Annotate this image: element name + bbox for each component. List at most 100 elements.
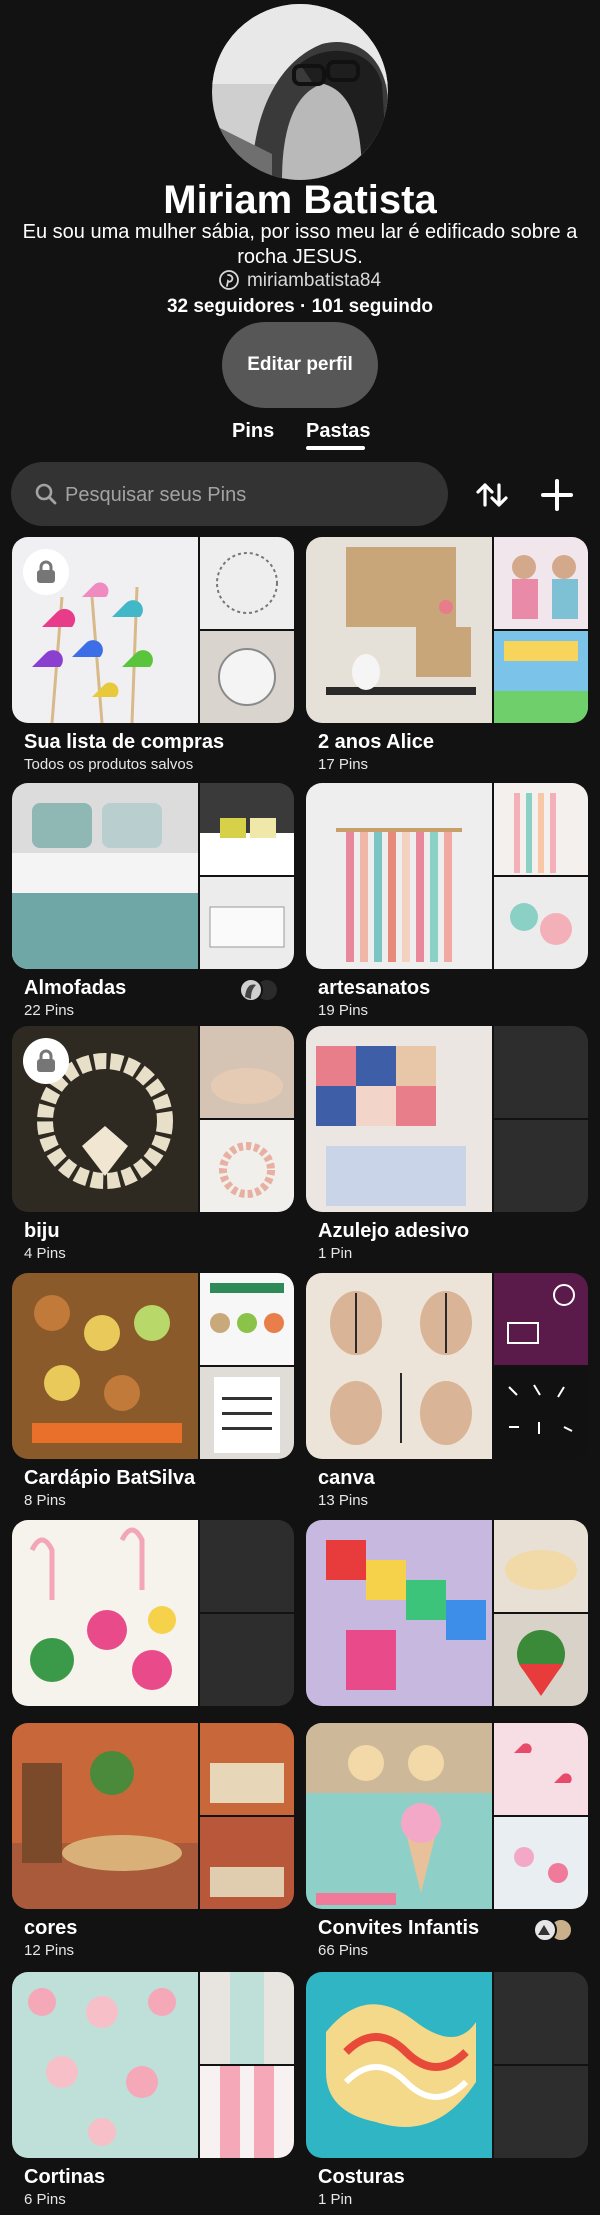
board-title: artesanatos: [318, 977, 431, 999]
board-cover-placeholder: [200, 1520, 294, 1612]
board-cover-image: [494, 631, 588, 723]
board-cover-image: [200, 1026, 294, 1118]
board-cover-image: [306, 1520, 492, 1706]
board-title: 2 anos Alice: [318, 731, 434, 753]
lock-icon: [37, 1049, 55, 1072]
board-cover-placeholder: [494, 1120, 588, 1212]
profile-tabs: Pins Pastas: [0, 418, 600, 458]
board-title: Cardápio BatSilva: [24, 1467, 196, 1489]
board-cover-image: [200, 783, 294, 875]
secret-board-badge: [23, 1038, 69, 1084]
board-cover-image: [200, 1367, 294, 1459]
board-cover-image: [200, 1723, 294, 1815]
board-cover-image: [306, 783, 492, 969]
board-cover-image: [494, 1273, 588, 1365]
board-cover: [12, 1273, 294, 1459]
board-title: Convites Infantis: [318, 1917, 480, 1939]
board-title: Cortinas: [24, 2166, 106, 2188]
board-cover: [12, 1723, 294, 1909]
board-cover-image: [200, 1273, 294, 1365]
active-tab-indicator: [306, 446, 365, 450]
board-cover: [306, 1026, 588, 1212]
board-subtitle: 1 Pin: [318, 2191, 353, 2208]
tab-pins[interactable]: Pins: [232, 418, 274, 444]
board-cover-image: [494, 1723, 588, 1815]
board-cover: [12, 783, 294, 969]
board-cover-image: [12, 1972, 198, 2158]
board-cover-image: [12, 783, 198, 969]
collaborator-avatars: [532, 1917, 574, 1943]
board-title: Azulejo adesivo: [318, 1220, 470, 1242]
board-cover: [306, 1273, 588, 1459]
board-subtitle: 12 Pins: [24, 1942, 75, 1959]
board-cover: [12, 1972, 294, 2158]
board-cover-image: [200, 2066, 294, 2158]
board-title: biju: [24, 1220, 60, 1242]
board-cover-image: [494, 877, 588, 969]
handle-text: miriambatista84: [246, 270, 382, 291]
create-button[interactable]: [537, 475, 577, 515]
board-cover-image: [494, 1367, 588, 1459]
profile-name: Miriam Batista: [163, 178, 437, 222]
sort-arrows-icon: [476, 483, 508, 507]
board-subtitle: 13 Pins: [318, 1492, 369, 1509]
board-cover-image: [12, 1520, 198, 1706]
board-cover-image: [200, 631, 294, 723]
board-cover-image: [306, 1972, 492, 2158]
board-cover: [306, 1723, 588, 1909]
board-subtitle: 66 Pins: [318, 1942, 369, 1959]
search-bar[interactable]: [11, 462, 448, 528]
board-subtitle: 17 Pins: [318, 756, 369, 773]
sort-button[interactable]: [472, 475, 512, 515]
board-subtitle: 8 Pins: [24, 1492, 66, 1509]
tab-boards[interactable]: Pastas: [306, 418, 371, 444]
board-cover-image: [200, 877, 294, 969]
board-cover-image: [494, 1520, 588, 1612]
profile-bio: Eu sou uma mulher sábia, por isso meu la…: [22, 221, 578, 268]
board-cover-image: [200, 1972, 294, 2064]
board-cover-image: [200, 537, 294, 629]
board-cover-image: [306, 1026, 492, 1212]
board-title: Costuras: [318, 2166, 405, 2188]
board-cover: [306, 1972, 588, 2158]
board-cover: [306, 1520, 588, 1706]
board-subtitle: 6 Pins: [24, 2191, 66, 2208]
board-cover-image: [12, 1723, 198, 1909]
board-cover-image: [494, 783, 588, 875]
board-cover: [306, 783, 588, 969]
profile-avatar[interactable]: [212, 4, 388, 180]
board-cover-image: [200, 1817, 294, 1909]
board-cover-image: [12, 1273, 198, 1459]
board-title: canva: [318, 1467, 375, 1489]
board-subtitle: 19 Pins: [318, 1002, 369, 1019]
secret-board-badge: [23, 549, 69, 595]
board-cover: [306, 537, 588, 723]
board-cover-placeholder: [494, 1026, 588, 1118]
plus-icon: [541, 479, 573, 511]
board-cover-image: [306, 537, 492, 723]
board-cover-image: [494, 1817, 588, 1909]
search-input[interactable]: [63, 462, 437, 528]
board-subtitle: 1 Pin: [318, 1245, 353, 1262]
edit-profile-button[interactable]: Editar perfil: [222, 322, 378, 408]
board-cover-placeholder: [200, 1614, 294, 1706]
board-title: Sua lista de compras: [24, 731, 225, 753]
search-icon: [35, 483, 57, 505]
board-cover-image: [494, 1614, 588, 1706]
board-cover-placeholder: [494, 1972, 588, 2064]
board-subtitle: 4 Pins: [24, 1245, 66, 1262]
board-cover-image: [494, 537, 588, 629]
board-cover-placeholder: [494, 2066, 588, 2158]
board-cover: [12, 1520, 294, 1706]
board-title: cores: [24, 1917, 78, 1939]
lock-icon: [37, 560, 55, 583]
board-subtitle: Todos os produtos salvos: [24, 756, 194, 773]
collaborator-avatars: [238, 977, 280, 1003]
follow-stats[interactable]: 32 seguidores · 101 seguindo: [0, 294, 600, 320]
board-cover: [12, 537, 294, 723]
board-cover-image: [200, 1120, 294, 1212]
board-cover: [12, 1026, 294, 1212]
board-title: Almofadas: [24, 977, 127, 999]
board-cover-image: [306, 1723, 492, 1909]
board-cover-image: [306, 1273, 492, 1459]
